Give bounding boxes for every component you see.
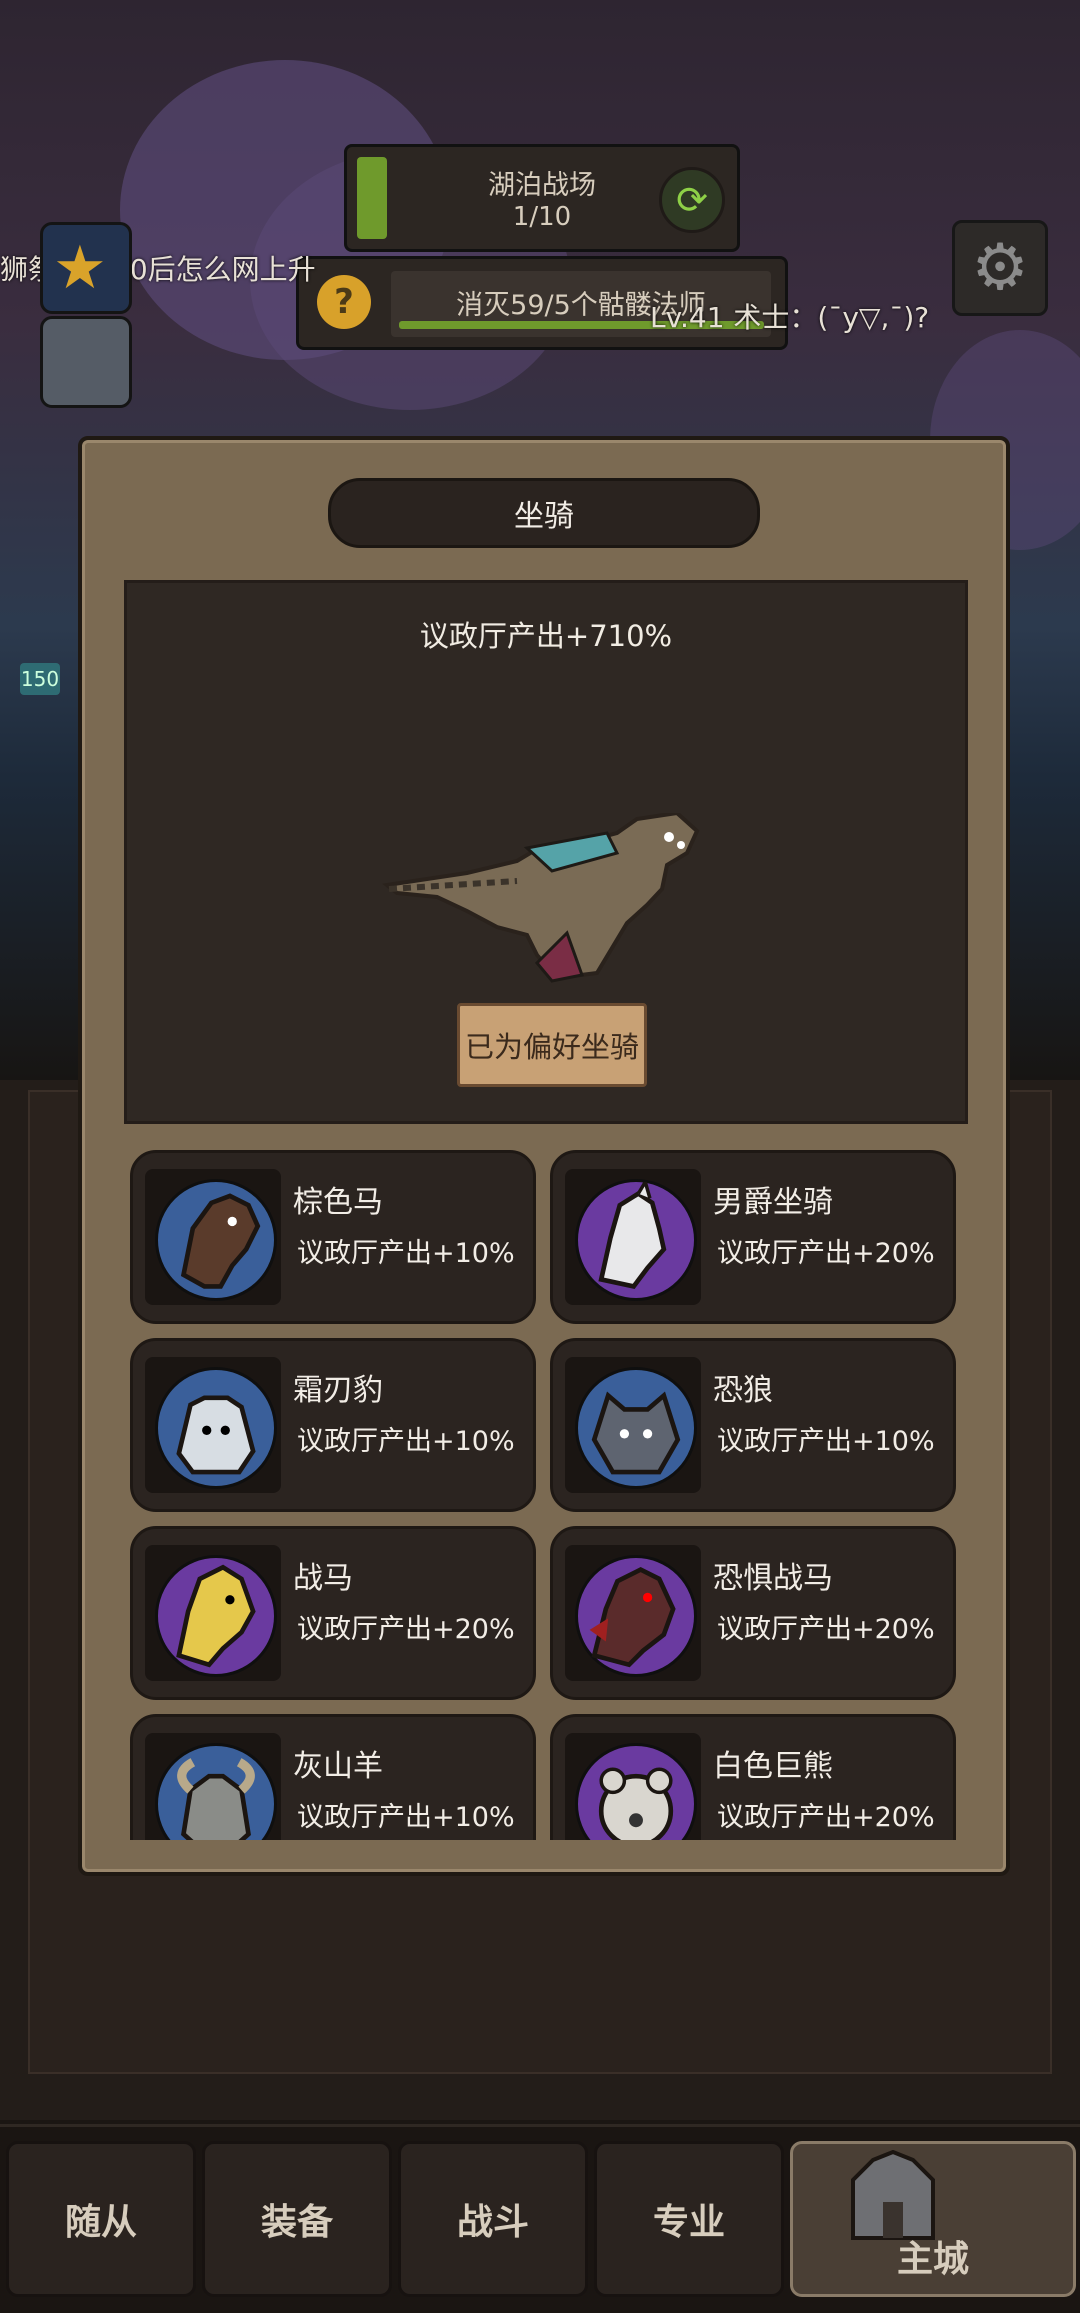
level-badge: 150 — [20, 663, 60, 695]
mount-bonus: 议政厅产出+10% — [297, 1238, 515, 1269]
portrait-frame — [145, 1169, 281, 1305]
mount-card[interactable]: 棕色马 议政厅产出+10% — [130, 1150, 536, 1324]
portrait-frame — [565, 1545, 701, 1681]
dreadsteed-icon — [575, 1555, 697, 1677]
mount-bonus: 议政厅产出+20% — [717, 1614, 935, 1645]
mount-bonus: 议政厅产出+10% — [717, 1426, 935, 1457]
mount-card[interactable]: 恐狼 议政厅产出+10% — [550, 1338, 956, 1512]
stone-button[interactable] — [40, 316, 132, 408]
mount-card[interactable]: 恐惧战马 议政厅产出+20% — [550, 1526, 956, 1700]
gear-icon[interactable]: ⚙ — [952, 220, 1048, 316]
mount-name: 恐狼 — [713, 1373, 773, 1408]
nav-label: 专业 — [652, 2202, 725, 2243]
mount-card[interactable]: 战马 议政厅产出+20% — [130, 1526, 536, 1700]
castle-icon — [851, 2150, 935, 2240]
skeletal-raptor-mount — [382, 813, 700, 983]
help-icon[interactable]: ? — [317, 275, 371, 329]
portrait-frame — [565, 1169, 701, 1305]
nav-profession[interactable]: 专业 — [594, 2141, 784, 2297]
nav-label: 战斗 — [456, 2202, 529, 2243]
mount-card[interactable]: 灰山羊 议政厅产出+10% — [130, 1714, 536, 1840]
total-bonus: 议政厅产出+710% — [419, 619, 673, 653]
mount-card[interactable]: 白色巨熊 议政厅产出+20% — [550, 1714, 956, 1840]
baron-horse-icon — [575, 1177, 697, 1301]
portrait-frame — [565, 1733, 701, 1840]
mount-bonus: 议政厅产出+20% — [717, 1802, 935, 1833]
nav-equipment[interactable]: 装备 — [202, 2141, 392, 2297]
nav-battle[interactable]: 战斗 — [398, 2141, 588, 2297]
nav-followers[interactable]: 随从 — [6, 2141, 196, 2297]
stage-panel: 湖泊战场 1/10 ⟳ — [344, 144, 740, 252]
chat-message: Lv.41 术士：(¯y▽,¯)? — [650, 301, 930, 334]
mount-bonus: 议政厅产出+10% — [297, 1802, 515, 1833]
mount-name: 棕色马 — [293, 1185, 383, 1220]
mount-bonus: 议政厅产出+10% — [297, 1426, 515, 1457]
portrait-frame — [145, 1357, 281, 1493]
achievement-star-button[interactable]: ★ — [40, 222, 132, 314]
mount-name: 战马 — [293, 1561, 353, 1596]
portrait-frame — [565, 1357, 701, 1493]
mount-card[interactable]: 霜刃豹 议政厅产出+10% — [130, 1338, 536, 1512]
mount-name: 恐惧战马 — [713, 1561, 833, 1596]
refresh-icon[interactable]: ⟳ — [659, 167, 725, 233]
grey-ram-icon — [155, 1743, 277, 1840]
mount-bonus: 议政厅产出+20% — [717, 1238, 935, 1269]
brown-horse-icon — [155, 1179, 277, 1301]
star-icon: ★ — [53, 233, 107, 303]
white-bear-icon — [575, 1743, 697, 1840]
bottom-nav: 随从 装备 战斗 专业 主城 — [0, 2124, 1080, 2313]
mount-name: 灰山羊 — [293, 1749, 383, 1784]
mount-bonus: 议政厅产出+20% — [297, 1614, 515, 1645]
mount-list: 棕色马 议政厅产出+10% 男爵坐骑 议政厅产出+20% 霜刃豹 议政厅产出+1… — [130, 1150, 956, 1840]
warhorse-icon — [155, 1555, 277, 1677]
mount-card[interactable]: 男爵坐骑 议政厅产出+20% — [550, 1150, 956, 1324]
nav-label: 随从 — [64, 2202, 137, 2243]
mount-name: 霜刃豹 — [293, 1373, 383, 1408]
nav-label: 主城 — [896, 2239, 969, 2280]
mount-name: 白色巨熊 — [713, 1749, 833, 1784]
portrait-frame — [145, 1545, 281, 1681]
mount-preview: 议政厅产出+710% 已为偏好坐骑 — [124, 580, 968, 1124]
frostsaber-icon — [155, 1367, 277, 1489]
preferred-mount-button[interactable]: 已为偏好坐骑 — [457, 1003, 647, 1087]
dire-wolf-icon — [575, 1367, 697, 1489]
mount-modal: 坐骑 议政厅产出+710% 已为偏好坐骑 棕色马 议政厅产出+10% 男爵坐骑 … — [78, 436, 1010, 1876]
modal-title: 坐骑 — [328, 478, 760, 548]
nav-label: 装备 — [260, 2202, 333, 2243]
portrait-frame — [145, 1733, 281, 1840]
mount-name: 男爵坐骑 — [713, 1185, 833, 1220]
nav-main-city[interactable]: 主城 — [790, 2141, 1076, 2297]
